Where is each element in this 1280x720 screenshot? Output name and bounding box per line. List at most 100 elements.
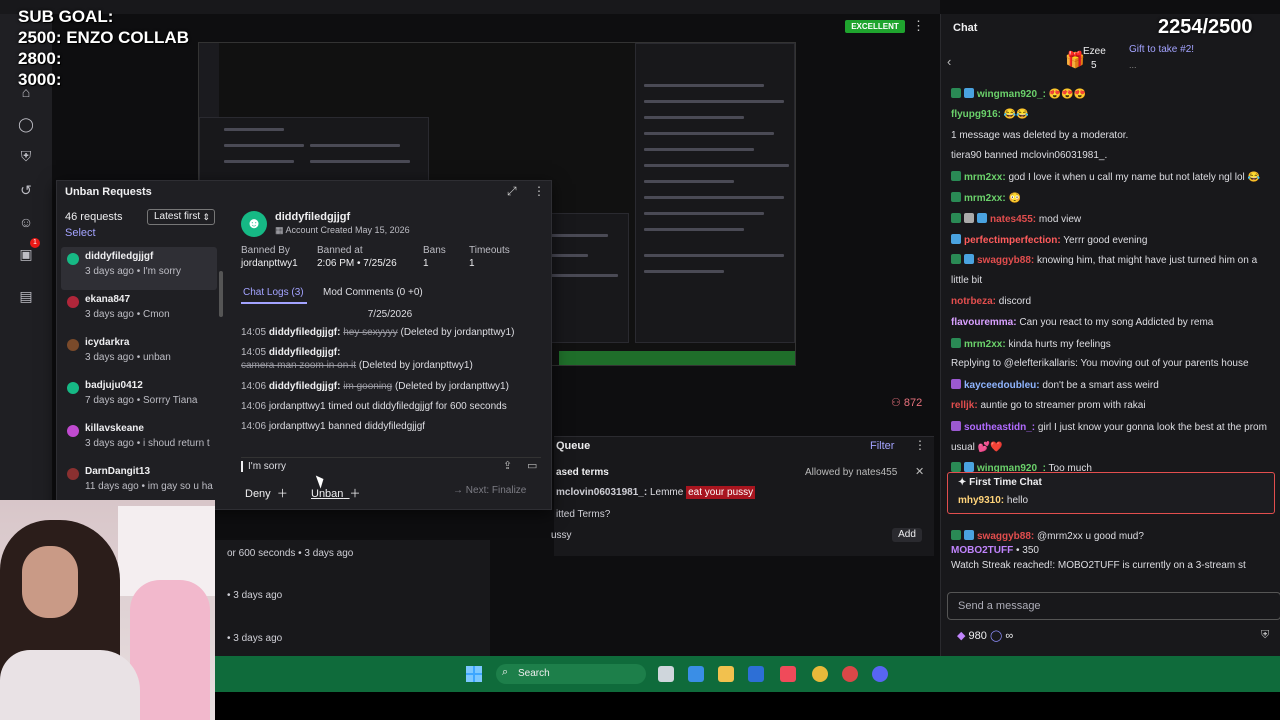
chat-badge-icon[interactable]: [951, 379, 961, 390]
queue-message-user[interactable]: mclovin06031981_:: [556, 487, 647, 498]
chat-badge-icon[interactable]: [977, 212, 987, 223]
chat-badge-icon[interactable]: [964, 254, 974, 265]
taskbar-search[interactable]: Search: [496, 664, 646, 684]
store-icon[interactable]: [748, 666, 764, 682]
log-time: 14:06: [241, 421, 267, 432]
more-options-icon[interactable]: ⋮: [912, 18, 925, 34]
chat-username[interactable]: notrbeza:: [951, 296, 996, 307]
reply-input[interactable]: I'm sorry: [241, 461, 286, 472]
first-time-chat-message: mhy9310: hello: [958, 495, 1028, 506]
layout-icon[interactable]: ▤: [14, 284, 38, 308]
chat-username[interactable]: southeastidn_:: [964, 422, 1035, 433]
discord-icon[interactable]: [872, 666, 888, 682]
chat-message: mrm2xx: kinda hurts my feelings: [951, 337, 1111, 350]
file-explorer-icon[interactable]: [718, 666, 734, 682]
unban-button[interactable]: Unban ＋: [311, 485, 361, 501]
request-meta: 3 days ago • i shoud return t: [85, 438, 210, 449]
chat-badge-icon[interactable]: [951, 337, 961, 348]
comment-icon[interactable]: ▭: [527, 459, 537, 472]
plus-icon[interactable]: ＋: [277, 488, 288, 500]
next-finalize-button[interactable]: → Next: Finalize: [453, 485, 526, 496]
gifter-name[interactable]: Ezee: [1083, 46, 1106, 57]
obs-icon[interactable]: [842, 666, 858, 682]
circle-icon[interactable]: ◯: [14, 112, 38, 136]
queue-permitted-terms: itted Terms?: [556, 509, 611, 520]
detail-username[interactable]: diddyfiledgjjgf: [275, 211, 350, 223]
user-icon[interactable]: ☺: [14, 210, 38, 234]
plus-icon[interactable]: ＋: [350, 485, 361, 501]
shield-icon[interactable]: ⛨: [1261, 629, 1269, 642]
chat-badge-icon[interactable]: [951, 212, 961, 223]
shield-icon[interactable]: ⛨: [14, 144, 38, 168]
popout-icon[interactable]: ⤢: [507, 184, 517, 199]
request-list-item[interactable]: badjuju0412 7 days ago • Sorrry Tiana: [61, 376, 217, 419]
chat-text: mod view: [1038, 213, 1082, 225]
chat-username[interactable]: flavouremma:: [951, 317, 1017, 328]
chat-username[interactable]: MOBO2TUFF: [951, 545, 1013, 556]
chat-badge-icon[interactable]: [951, 420, 961, 431]
log-note: (Deleted by jordanpttwy1): [358, 360, 473, 371]
viewer-icon: ⚇: [891, 397, 904, 409]
task-view-icon[interactable]: [658, 666, 674, 682]
chat-username[interactable]: flyupg916:: [951, 109, 1001, 120]
windows-start-icon[interactable]: [466, 666, 482, 682]
bits-balance[interactable]: ◆ 980 ◯ ∞: [957, 629, 1013, 642]
chat-badge-icon[interactable]: [964, 88, 974, 98]
request-list-item[interactable]: DarnDangit13 11 days ago • im gay so u ha: [61, 462, 217, 497]
chat-badge-icon[interactable]: [951, 88, 961, 98]
close-icon[interactable]: ✕: [915, 465, 924, 478]
banned-by-label: Banned By: [241, 245, 290, 256]
chat-title: Chat: [953, 22, 978, 34]
chat-badge-icon[interactable]: [951, 530, 961, 540]
chat-username[interactable]: perfectimperfection:: [964, 235, 1061, 246]
chat-username[interactable]: mrm2xx:: [964, 339, 1006, 350]
request-username: diddyfiledgjjgf: [85, 251, 154, 262]
log-user[interactable]: diddyfiledgjjgf:: [269, 347, 341, 358]
chat-text: 😍😍😍: [1048, 89, 1087, 100]
queue-filter-button[interactable]: Filter: [870, 440, 894, 452]
music-icon[interactable]: [780, 666, 796, 682]
chat-badge-icon[interactable]: [964, 462, 974, 473]
chat-username[interactable]: kayceedoubleu:: [964, 380, 1040, 391]
request-list-item[interactable]: icydarkra 3 days ago • unban: [61, 333, 217, 376]
log-user[interactable]: diddyfiledgjjgf:: [269, 327, 341, 338]
chat-username[interactable]: swaggyb88:: [977, 255, 1034, 266]
chat-username[interactable]: mrm2xx:: [964, 193, 1006, 204]
history-icon[interactable]: ↺: [14, 178, 38, 202]
unban-requests-icon[interactable]: ▣ 1: [14, 238, 40, 266]
chat-username[interactable]: relljk:: [951, 400, 978, 411]
add-term-button[interactable]: Add: [892, 528, 922, 542]
log-user[interactable]: diddyfiledgjjgf:: [269, 381, 341, 392]
gift-link[interactable]: Gift to take #2!: [1129, 44, 1194, 55]
chat-badge-icon[interactable]: [951, 171, 961, 182]
first-time-chat-label: First Time Chat: [969, 477, 1042, 488]
chat-badge-icon[interactable]: [951, 462, 961, 473]
chrome-icon[interactable]: [812, 666, 828, 682]
request-list-item[interactable]: killavskeane 3 days ago • i shoud return …: [61, 419, 217, 462]
deny-button[interactable]: Deny ＋: [245, 485, 288, 501]
request-list-item[interactable]: diddyfiledgjjgf 3 days ago • I'm sorry: [61, 247, 217, 290]
select-link[interactable]: Select: [65, 227, 96, 239]
chat-badge-icon[interactable]: [951, 192, 961, 202]
queue-more-icon[interactable]: ⋮: [914, 438, 926, 452]
send-message-input[interactable]: Send a message: [947, 592, 1280, 620]
chat-username[interactable]: nates455:: [990, 214, 1036, 225]
scrollbar[interactable]: [219, 271, 223, 317]
chat-badge-icon[interactable]: [951, 254, 961, 265]
chat-username[interactable]: wingman920_:: [977, 89, 1046, 100]
chat-username[interactable]: swaggyb88:: [977, 531, 1034, 542]
chat-badge-icon[interactable]: [964, 212, 974, 223]
more-options-icon[interactable]: ⋮: [533, 184, 545, 198]
chat-username[interactable]: mhy9310:: [958, 495, 1004, 506]
chat-badge-icon[interactable]: [964, 530, 974, 540]
request-list-item[interactable]: ekana847 3 days ago • Cmon: [61, 290, 217, 333]
collapse-icon[interactable]: ‹: [947, 54, 951, 69]
search-icon: ⌕: [502, 666, 509, 678]
chat-username[interactable]: mrm2xx:: [964, 172, 1006, 183]
share-icon[interactable]: ⇪: [503, 459, 512, 472]
widgets-icon[interactable]: [688, 666, 704, 682]
sort-dropdown[interactable]: Latest first ⇕: [147, 209, 215, 225]
chat-badge-icon[interactable]: [951, 233, 961, 244]
tab-mod-comments[interactable]: Mod Comments (0 +0): [323, 287, 423, 298]
tab-chat-logs[interactable]: Chat Logs (3): [243, 287, 304, 298]
